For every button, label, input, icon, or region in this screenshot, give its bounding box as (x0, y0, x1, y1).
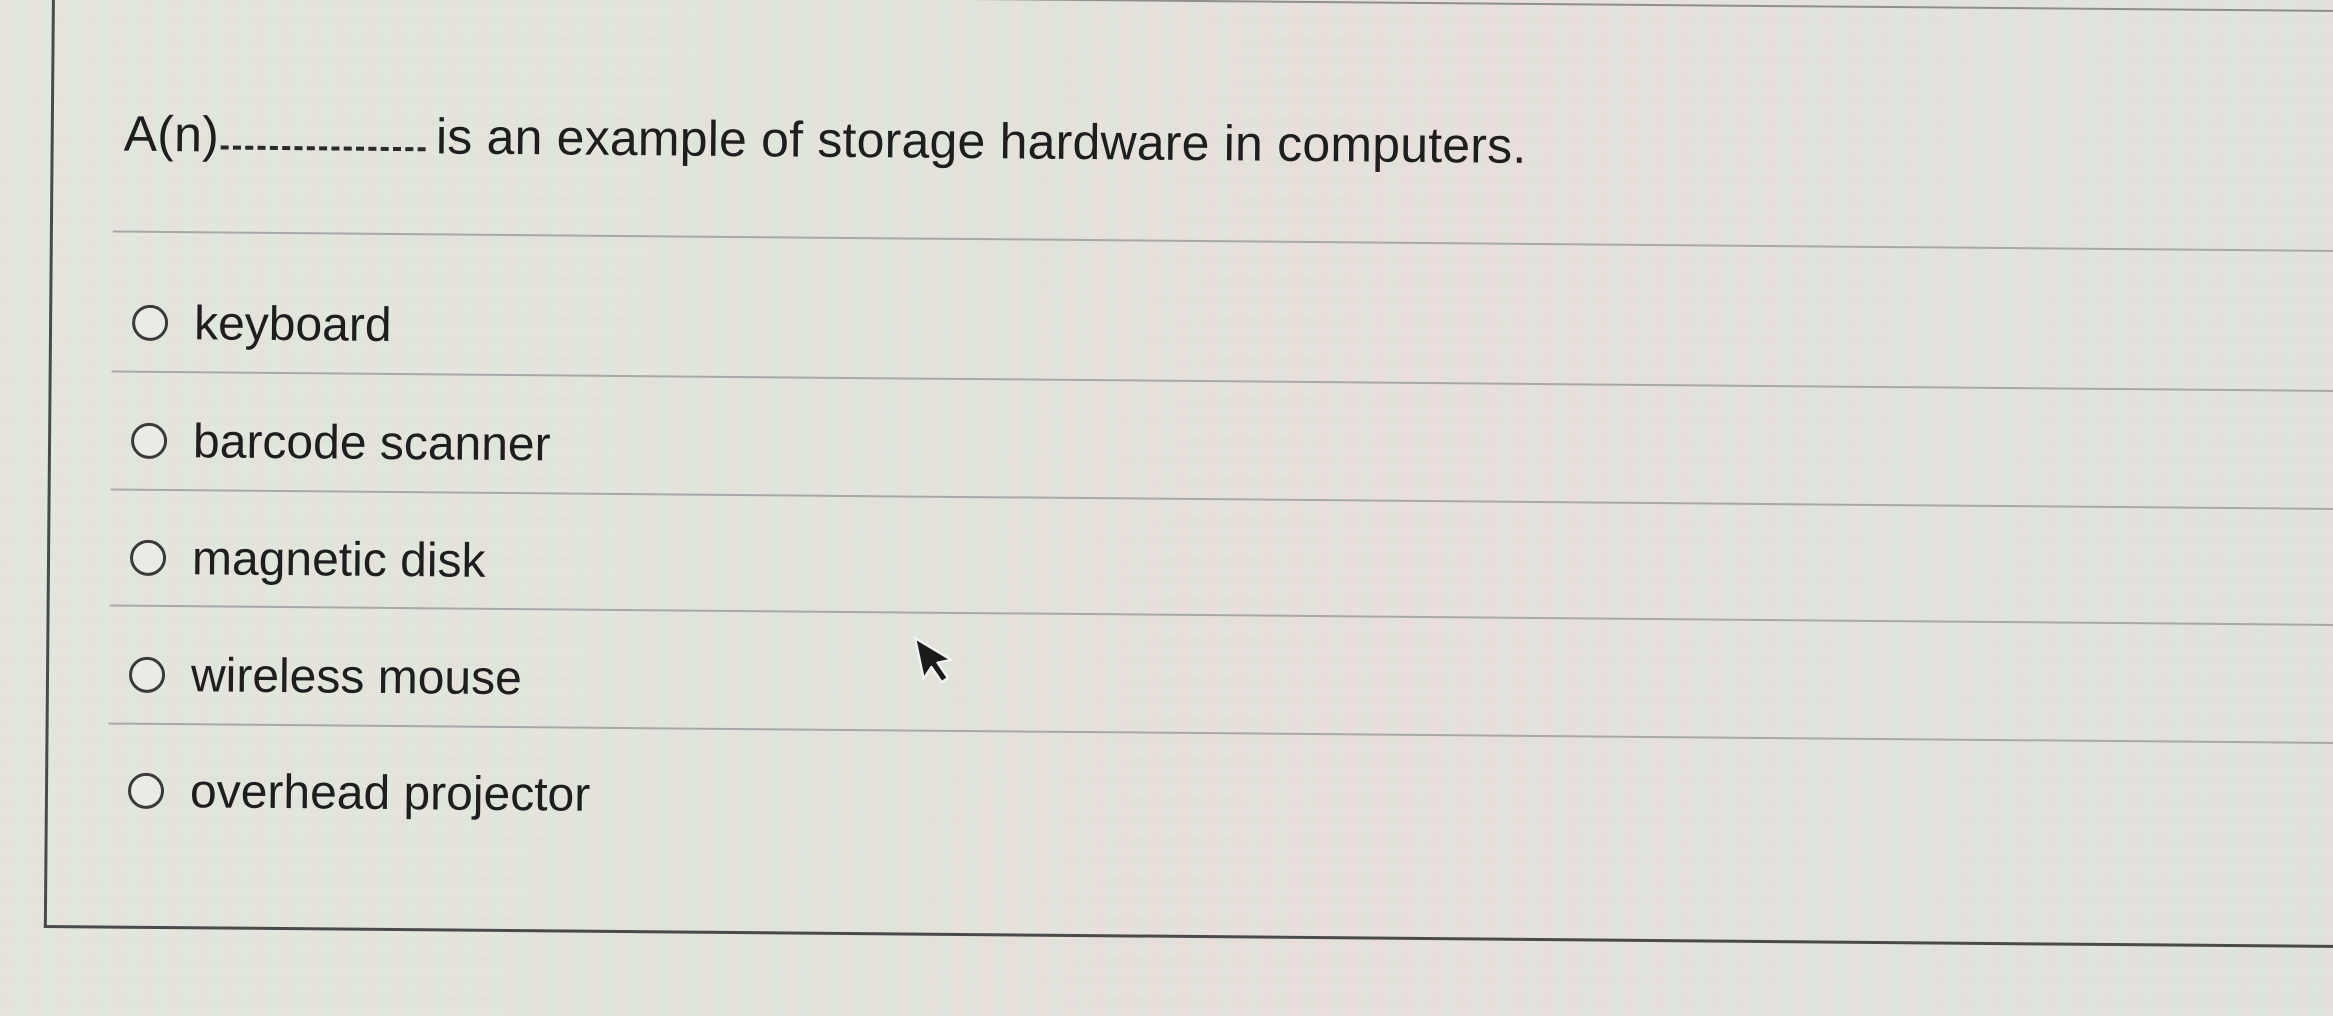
option-overhead-projector[interactable]: overhead projector (127, 761, 591, 825)
divider (109, 604, 2333, 627)
answer-blank (220, 145, 426, 152)
radio-unchecked-icon[interactable] (131, 304, 169, 342)
option-wireless-mouse[interactable]: wireless mouse (128, 645, 523, 708)
option-keyboard[interactable]: keyboard (131, 293, 392, 355)
option-label: magnetic disk (191, 531, 486, 588)
question-prefix: A(n) (123, 105, 220, 163)
radio-unchecked-icon[interactable] (129, 539, 167, 577)
option-label: overhead projector (189, 764, 591, 822)
option-barcode-scanner[interactable]: barcode scanner (130, 411, 551, 475)
option-label: keyboard (193, 296, 392, 352)
divider (108, 722, 2333, 745)
option-label: wireless mouse (190, 648, 523, 705)
question-suffix: is an example of storage hardware in com… (435, 108, 1527, 174)
radio-unchecked-icon[interactable] (127, 772, 165, 810)
question-card: A(n) is an example of storage hardware in… (43, 0, 2333, 949)
divider (110, 488, 2333, 511)
radio-unchecked-icon[interactable] (130, 422, 168, 460)
option-label: barcode scanner (192, 414, 551, 471)
radio-unchecked-icon[interactable] (128, 656, 166, 694)
option-magnetic-disk[interactable]: magnetic disk (129, 528, 486, 591)
divider (111, 370, 2333, 393)
question-text: A(n) is an example of storage hardware in… (123, 105, 1527, 175)
divider (112, 230, 2333, 253)
